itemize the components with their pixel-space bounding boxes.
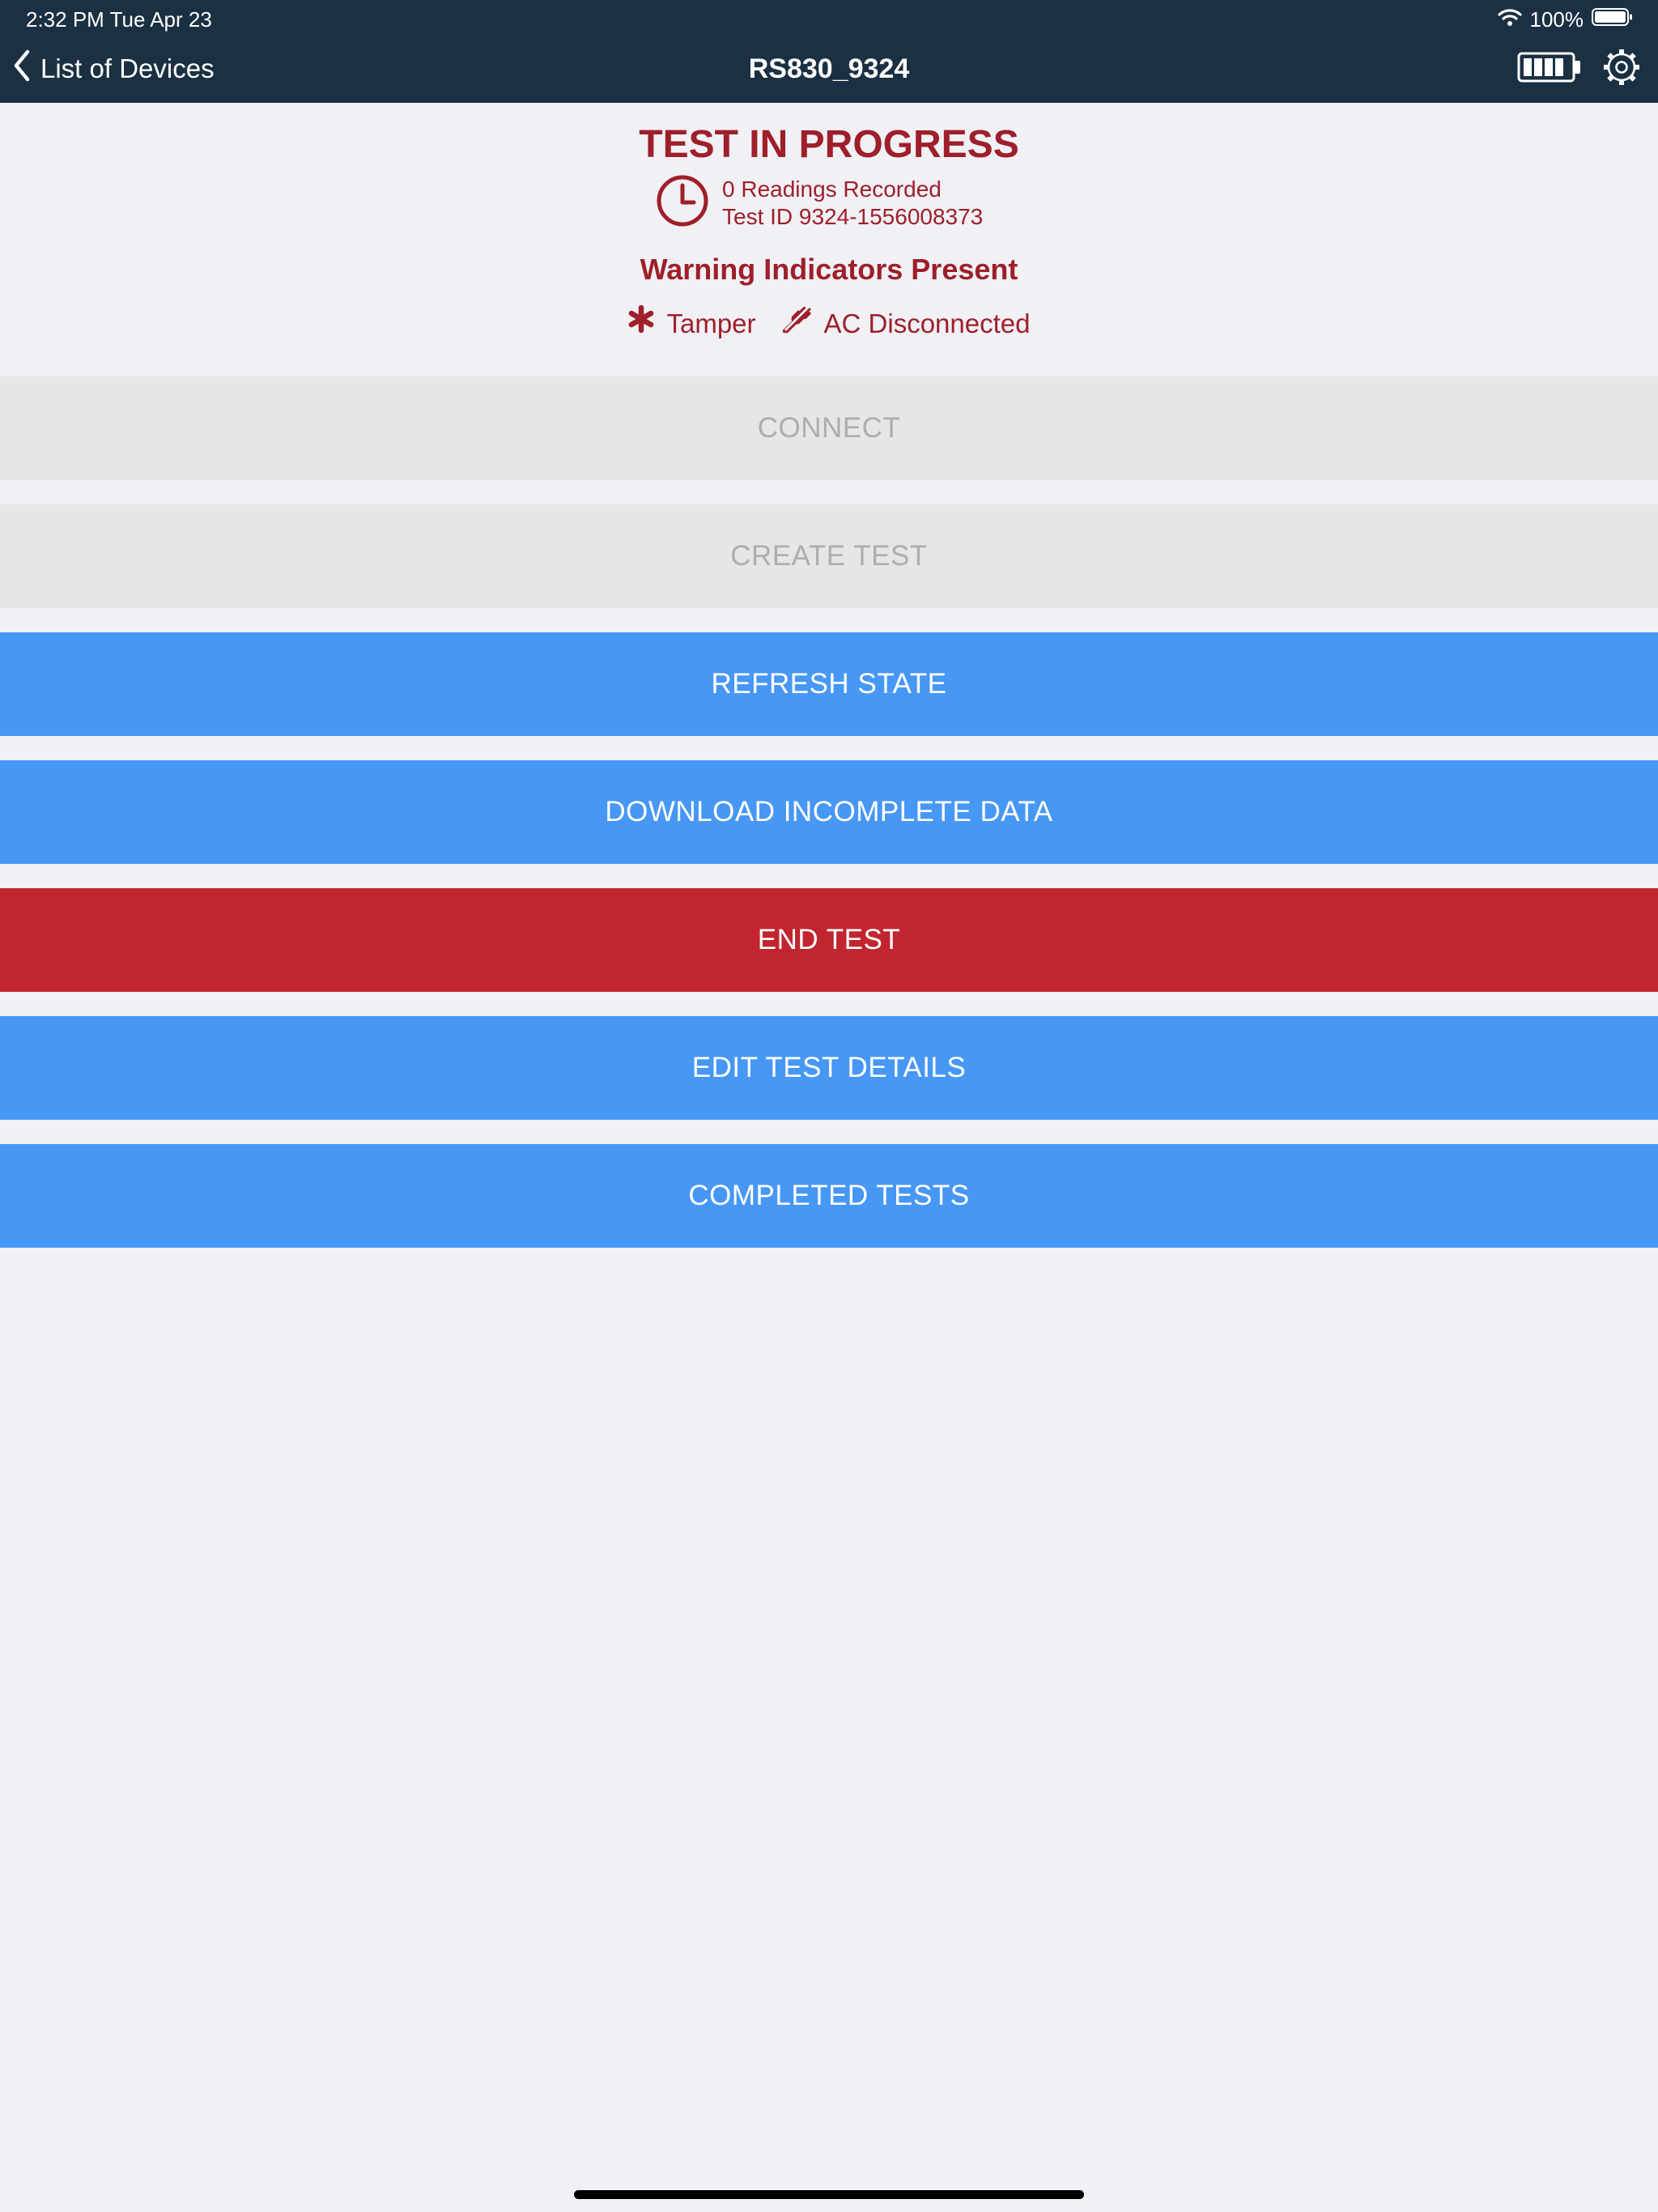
test-info-row: 0 Readings Recorded Test ID 9324-1556008… (656, 174, 983, 232)
top-bar: 2:32 PM Tue Apr 23 100% List of Devices (0, 0, 1658, 103)
status-battery-icon (1592, 7, 1634, 32)
battery-percent: 100% (1529, 6, 1584, 32)
clock-icon (656, 174, 709, 232)
completed-tests-button[interactable]: COMPLETED TESTS (0, 1144, 1658, 1248)
chevron-left-icon (13, 49, 31, 88)
back-button[interactable]: List of Devices (13, 49, 215, 89)
indicator-ac-disconnected: AC Disconnected (780, 303, 1031, 344)
create-test-button[interactable]: CREATE TEST (0, 504, 1658, 608)
connect-button[interactable]: CONNECT (0, 376, 1658, 480)
back-button-label: List of Devices (40, 53, 215, 83)
test-status-title: TEST IN PROGRESS (639, 123, 1019, 166)
refresh-state-button[interactable]: REFRESH STATE (0, 632, 1658, 736)
download-incomplete-data-button[interactable]: DOWNLOAD INCOMPLETE DATA (0, 760, 1658, 864)
nav-actions (1517, 47, 1642, 91)
asterisk-icon (627, 304, 655, 342)
unplugged-icon (780, 303, 813, 344)
home-indicator[interactable] (574, 2190, 1084, 2199)
end-test-button[interactable]: END TEST (0, 888, 1658, 992)
warning-indicators: Tamper AC Disconnected (0, 303, 1658, 344)
indicator-ac-label: AC Disconnected (823, 308, 1031, 338)
warning-heading: Warning Indicators Present (640, 253, 1018, 286)
indicator-tamper-label: Tamper (666, 308, 756, 338)
action-list: CONNECT CREATE TEST REFRESH STATE DOWNLO… (0, 376, 1658, 1272)
battery-full-icon (1517, 51, 1582, 87)
device-title: RS830_9324 (748, 53, 910, 84)
status-indicators: 100% (1497, 6, 1635, 32)
gear-icon[interactable] (1601, 47, 1642, 91)
readings-count: 0 Readings Recorded (722, 176, 942, 202)
test-id: Test ID 9324-1556008373 (722, 203, 984, 229)
indicator-tamper: Tamper (627, 304, 756, 342)
edit-test-details-button[interactable]: EDIT TEST DETAILS (0, 1016, 1658, 1120)
test-status-panel: TEST IN PROGRESS 0 Readings Recorded Tes… (0, 103, 1658, 376)
status-time-date: 2:32 PM Tue Apr 23 (26, 7, 212, 32)
wifi-icon (1497, 7, 1522, 32)
